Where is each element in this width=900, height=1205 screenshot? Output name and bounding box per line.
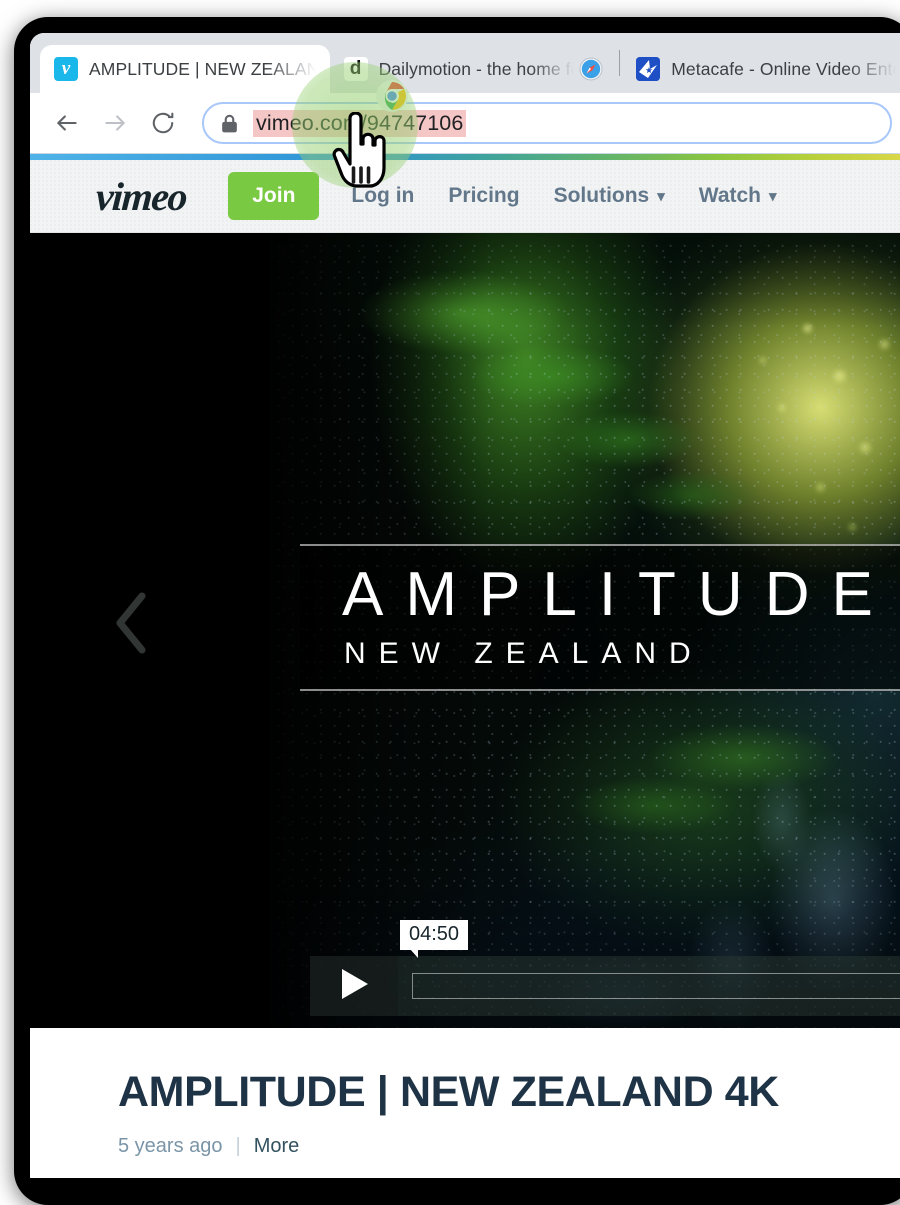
back-arrow-icon[interactable] xyxy=(54,110,80,136)
nav-link-label: Pricing xyxy=(448,184,520,207)
dailymotion-icon: d xyxy=(343,57,368,81)
chrome-logo-icon xyxy=(376,80,408,112)
browser-tab-vimeo[interactable]: v AMPLITUDE | NEW ZEALAND 4K xyxy=(40,45,330,93)
player-controls: 04:50 xyxy=(310,920,900,1028)
chevron-left-icon[interactable] xyxy=(108,588,156,658)
browser-tab-dailymotion[interactable]: d Dailymotion - the home for videos xyxy=(330,45,618,93)
progress-bar-track[interactable]: 04:50 xyxy=(398,920,900,1016)
tab-title: Metacafe - Online Video Entertainment xyxy=(671,58,896,79)
vimeo-logo[interactable]: vimeo xyxy=(94,173,188,220)
browser-window: v AMPLITUDE | NEW ZEALAND 4K d Dailymoti… xyxy=(30,33,900,1178)
forward-arrow-icon[interactable] xyxy=(102,110,128,136)
nav-link-watch[interactable]: Watch ▾ xyxy=(699,184,777,208)
video-overlay-title-card: AMPLITUDE NEW ZEALAND xyxy=(300,544,900,692)
join-button[interactable]: Join xyxy=(228,172,320,220)
reload-icon[interactable] xyxy=(150,110,176,136)
browser-toolbar: vimeo.com/94747106 xyxy=(30,93,900,153)
nav-link-log-in[interactable]: Log in xyxy=(351,184,414,208)
vimeo-icon: v xyxy=(54,57,78,81)
chevron-down-icon: ▾ xyxy=(769,188,777,205)
url-text: vimeo.com/94747106 xyxy=(253,109,467,137)
video-stage: AMPLITUDE NEW ZEALAND 04:50 xyxy=(30,233,900,1028)
video-overlay-title: AMPLITUDE xyxy=(342,560,895,629)
tab-title: AMPLITUDE | NEW ZEALAND 4K xyxy=(89,58,316,79)
nav-link-label: Watch xyxy=(698,184,762,207)
tab-separator xyxy=(619,50,621,76)
nav-link-label: Log in xyxy=(351,184,415,207)
progress-bar-fill-outline xyxy=(412,973,900,999)
chevron-down-icon: ▾ xyxy=(657,188,665,205)
page-title: AMPLITUDE | NEW ZEALAND 4K xyxy=(118,1068,779,1116)
video-meta-row: 5 years ago | More xyxy=(118,1135,900,1158)
upload-date: 5 years ago xyxy=(118,1135,223,1158)
address-bar[interactable]: vimeo.com/94747106 xyxy=(202,102,892,144)
time-tooltip: 04:50 xyxy=(400,920,469,958)
play-button[interactable] xyxy=(310,956,398,1016)
site-navbar: vimeo Join Log in Pricing Solutions ▾ Wa… xyxy=(30,160,900,233)
tab-strip: v AMPLITUDE | NEW ZEALAND 4K d Dailymoti… xyxy=(30,33,900,93)
play-triangle-icon xyxy=(337,966,371,1007)
metacafe-icon xyxy=(636,57,661,81)
safari-icon xyxy=(579,57,603,81)
nav-link-pricing[interactable]: Pricing xyxy=(448,184,519,208)
more-link[interactable]: More xyxy=(254,1135,300,1158)
video-overlay-subtitle: NEW ZEALAND xyxy=(344,637,704,671)
tab-title: Dailymotion - the home for videos xyxy=(378,58,575,79)
nav-link-label: Solutions xyxy=(553,184,650,207)
meta-divider: | xyxy=(235,1135,241,1158)
nav-link-solutions[interactable]: Solutions ▾ xyxy=(554,184,665,208)
browser-tab-metacafe[interactable]: Metacafe - Online Video Entertainment xyxy=(622,45,900,93)
video-info-section: AMPLITUDE | NEW ZEALAND 4K 5 years ago |… xyxy=(30,1028,900,1178)
lock-icon xyxy=(220,113,239,134)
